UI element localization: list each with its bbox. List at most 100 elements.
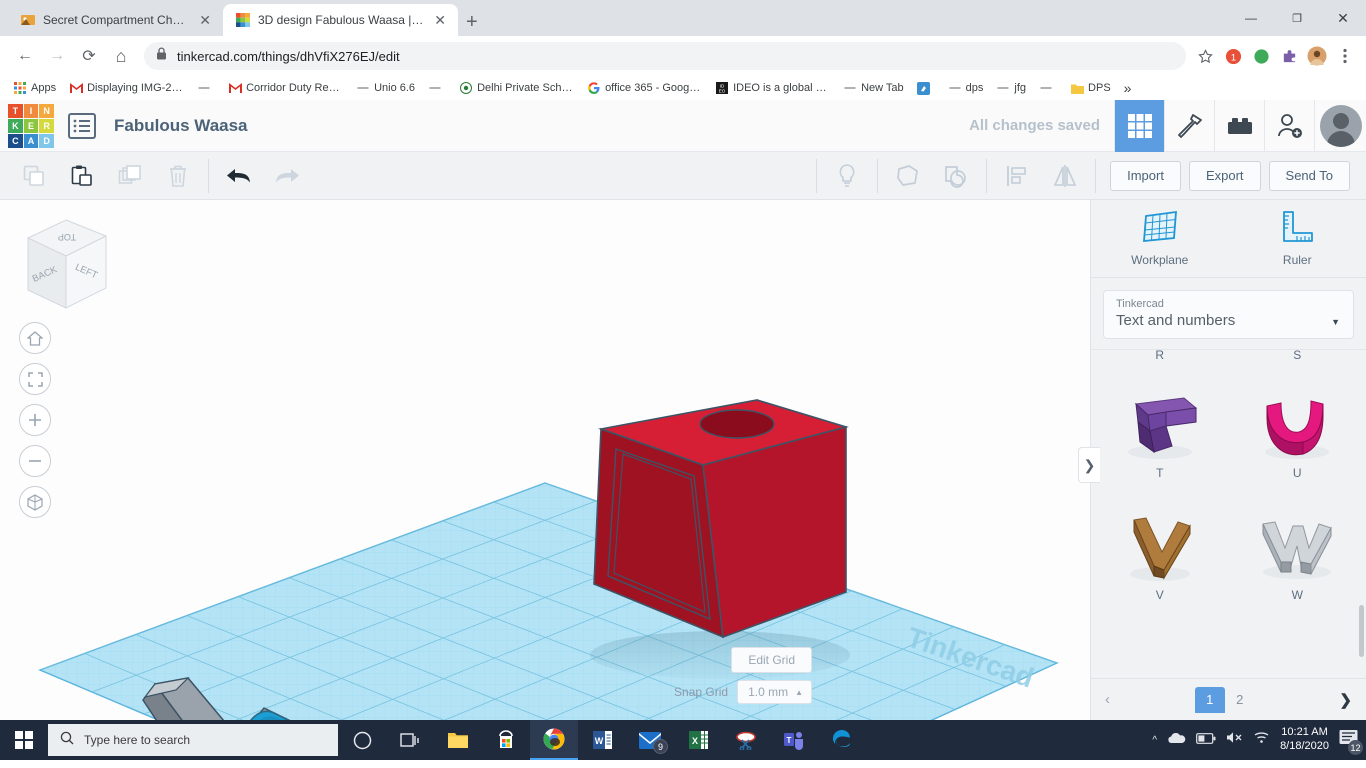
grid-apps-icon[interactable] <box>1114 99 1164 152</box>
bookmark-folder-dps[interactable]: DPS <box>1065 79 1116 97</box>
bookmark-item[interactable]: office 365 - Google... <box>582 79 707 97</box>
volume-muted-icon[interactable] <box>1226 731 1243 749</box>
address-bar[interactable]: tinkercad.com/things/dhVfiX276EJ/edit <box>144 42 1186 70</box>
prev-page-button[interactable]: ‹ <box>1105 691 1110 708</box>
shape-grid-scrollbar[interactable] <box>1359 605 1364 657</box>
bookmark-apps[interactable]: Apps <box>8 79 61 97</box>
extension-puzzle-icon-2[interactable] <box>1250 45 1272 67</box>
lightbulb-note-icon[interactable] <box>823 156 871 196</box>
onedrive-icon[interactable] <box>1167 731 1186 749</box>
view-cube[interactable]: TOP BACK LEFT <box>18 212 114 322</box>
star-icon[interactable] <box>1194 45 1216 67</box>
file-explorer-icon[interactable] <box>434 720 482 760</box>
next-page-button[interactable]: ❯ <box>1339 691 1352 709</box>
hammer-tinker-icon[interactable] <box>1164 99 1214 152</box>
edge-icon[interactable] <box>818 720 866 760</box>
design-title[interactable]: Fabulous Waasa <box>114 116 248 136</box>
edit-grid-button[interactable]: Edit Grid <box>731 647 812 673</box>
reload-button[interactable]: ⟳ <box>74 41 104 71</box>
search-input[interactable]: Type here to search <box>48 724 338 756</box>
group-icon[interactable] <box>884 156 932 196</box>
bookmark-item[interactable]: New Tab <box>838 79 909 97</box>
bookmark-item[interactable] <box>423 79 451 97</box>
close-icon[interactable]: ✕ <box>432 13 448 27</box>
list-menu-icon[interactable] <box>68 112 96 139</box>
mail-icon[interactable]: 9 <box>626 720 674 760</box>
minimize-button[interactable]: — <box>1228 0 1274 36</box>
perspective-toggle-icon[interactable] <box>19 486 51 518</box>
page-number-2[interactable]: 2 <box>1225 687 1255 713</box>
snipping-tool-icon[interactable] <box>722 720 770 760</box>
send-to-button[interactable]: Send To <box>1268 160 1350 191</box>
microsoft-store-icon[interactable] <box>482 720 530 760</box>
duplicate-icon[interactable] <box>106 156 154 196</box>
undo-icon[interactable] <box>215 156 263 196</box>
shape-item-s[interactable]: S <box>1229 350 1366 364</box>
task-view-icon[interactable] <box>386 720 434 760</box>
close-icon[interactable]: ✕ <box>197 13 213 27</box>
bookmarks-overflow-button[interactable]: » <box>1119 78 1137 98</box>
show-hidden-icon[interactable]: ^ <box>1152 735 1157 746</box>
page-number-1[interactable]: 1 <box>1194 686 1225 713</box>
user-avatar[interactable] <box>1314 99 1366 152</box>
bookmark-item[interactable] <box>912 79 940 97</box>
export-button[interactable]: Export <box>1188 160 1261 191</box>
maximize-button[interactable]: ❐ <box>1274 0 1320 36</box>
wifi-icon[interactable] <box>1253 731 1270 749</box>
bookmark-item[interactable]: Corridor Duty Repo... <box>223 79 348 97</box>
chrome-icon[interactable] <box>530 720 578 760</box>
shape-grid[interactable]: R S T U V W <box>1091 349 1366 678</box>
redo-icon[interactable] <box>263 156 311 196</box>
shape-item-r[interactable]: R <box>1091 350 1229 364</box>
home-view-icon[interactable] <box>19 322 51 354</box>
fit-to-view-icon[interactable] <box>19 363 51 395</box>
shape-item-u[interactable]: U <box>1229 386 1366 480</box>
new-tab-button[interactable]: + <box>466 12 478 32</box>
tinkercad-logo[interactable]: T I N K E R C A D <box>8 103 54 148</box>
cortana-icon[interactable] <box>338 720 386 760</box>
zoom-out-icon[interactable] <box>19 445 51 477</box>
blocks-icon[interactable] <box>1214 99 1264 152</box>
3d-canvas[interactable]: Tinkercad TOP BACK LEFT Edit Grid Snap G… <box>0 200 1090 720</box>
collapse-panel-button[interactable]: ❯ <box>1078 447 1100 483</box>
teams-icon[interactable]: T <box>770 720 818 760</box>
bookmark-item[interactable]: Delhi Private Schoo... <box>454 79 579 97</box>
zoom-in-icon[interactable] <box>19 404 51 436</box>
close-window-button[interactable]: ✕ <box>1320 0 1366 36</box>
shape-item-t[interactable]: T <box>1091 386 1229 480</box>
back-button[interactable]: ← <box>10 41 40 71</box>
three-dot-menu-icon[interactable] <box>1334 45 1356 67</box>
copy-icon[interactable] <box>10 156 58 196</box>
align-icon[interactable] <box>993 156 1041 196</box>
profile-avatar-icon[interactable] <box>1306 45 1328 67</box>
forward-button[interactable]: → <box>42 41 72 71</box>
battery-icon[interactable] <box>1196 731 1216 749</box>
bookmark-item[interactable]: dps <box>943 79 989 97</box>
bookmark-item[interactable] <box>1034 79 1062 97</box>
extensions-icon[interactable] <box>1278 45 1300 67</box>
browser-tab-2[interactable]: 3D design Fabulous Waasa | Tink ✕ <box>223 4 458 36</box>
home-button[interactable]: ⌂ <box>106 41 136 71</box>
bookmark-item[interactable]: jfg <box>991 79 1031 97</box>
bookmark-item[interactable]: ID EO IDEO is a global de... <box>710 79 835 97</box>
shape-item-v[interactable]: V <box>1091 508 1229 602</box>
bookmark-item[interactable] <box>192 79 220 97</box>
ungroup-icon[interactable] <box>932 156 980 196</box>
bookmark-item[interactable]: Unio 6.6 <box>351 79 420 97</box>
delete-trash-icon[interactable] <box>154 156 202 196</box>
clock[interactable]: 10:21 AM 8/18/2020 <box>1280 726 1329 754</box>
paste-icon[interactable] <box>58 156 106 196</box>
library-selector[interactable]: Tinkercad Text and numbers ▼ <box>1103 290 1354 339</box>
windows-start-icon[interactable] <box>0 720 48 760</box>
word-icon[interactable]: W <box>578 720 626 760</box>
browser-tab-1[interactable]: Secret Compartment Challenge - ✕ <box>8 4 223 36</box>
snap-grid-select[interactable]: 1.0 mm ▲ <box>737 680 812 704</box>
ruler-tool[interactable]: Ruler <box>1229 200 1366 277</box>
extension-puzzle-icon-1[interactable]: 1 <box>1222 45 1244 67</box>
invite-person-icon[interactable] <box>1264 99 1314 152</box>
workplane-tool[interactable]: Workplane <box>1091 200 1229 277</box>
bookmark-item[interactable]: Displaying IMG-201... <box>64 79 189 97</box>
shape-item-w[interactable]: W <box>1229 508 1366 602</box>
import-button[interactable]: Import <box>1110 160 1181 191</box>
action-center-icon[interactable]: 12 <box>1339 729 1363 755</box>
